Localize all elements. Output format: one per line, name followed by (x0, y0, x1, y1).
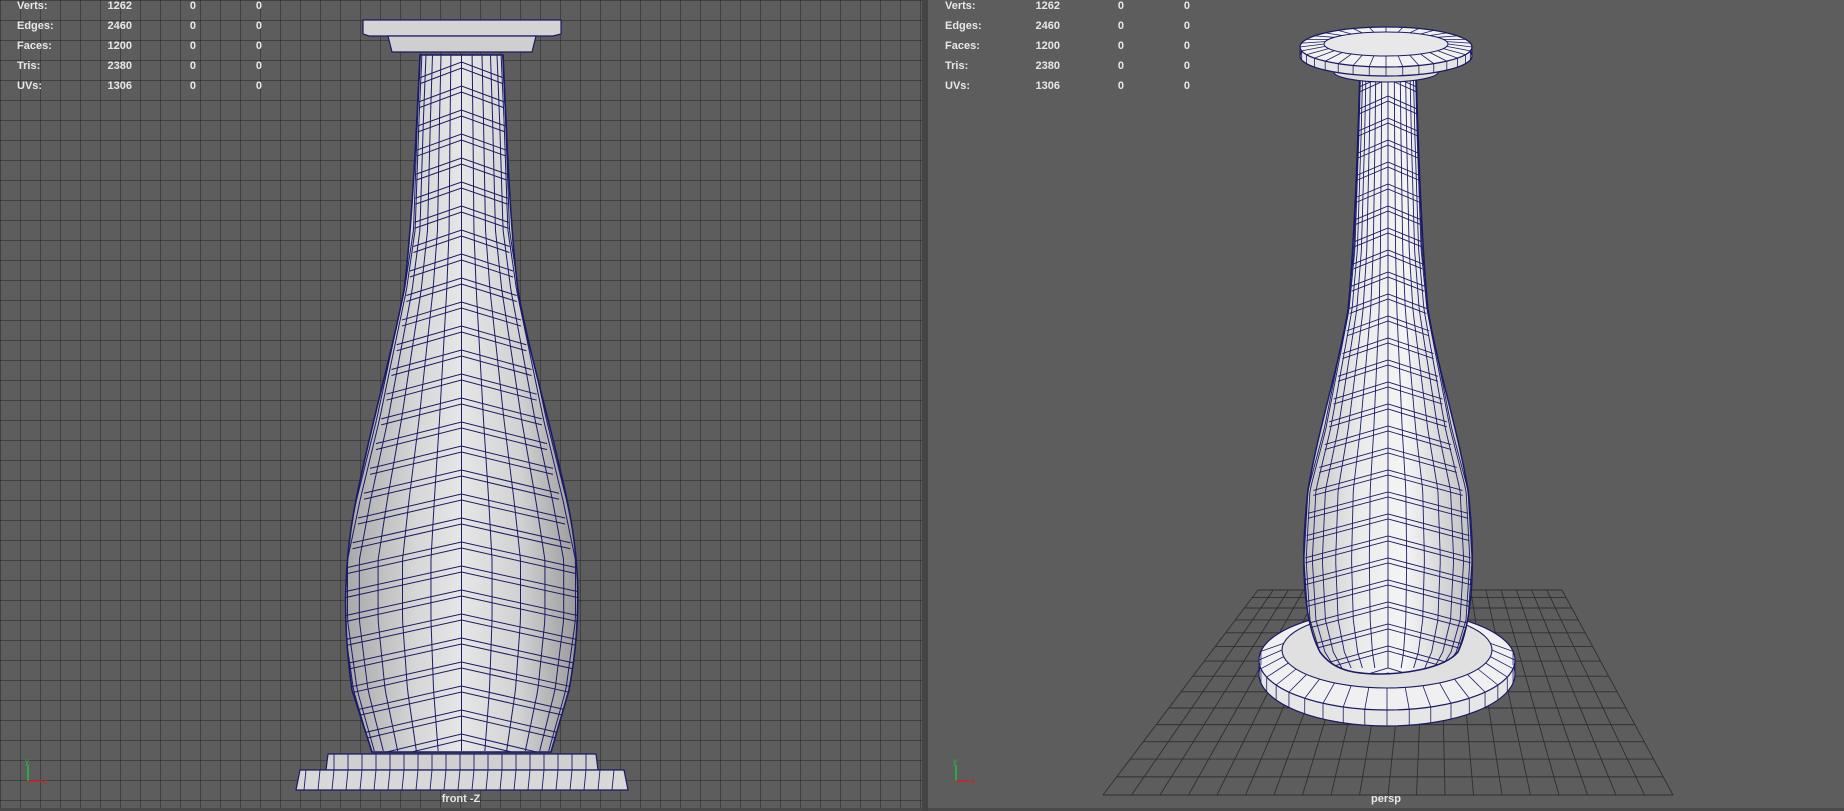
front-viewport[interactable]: Verts: 1262 0 0 Edges: 2460 0 0 Faces: 1200 0 0 T… (0, 0, 922, 811)
persp-viewport[interactable]: Verts: 1262 0 0 Edges: 2460 0 0 Faces: 1200 0 0 T… (928, 0, 1844, 811)
wireframe-lines (345, 55, 578, 752)
hud-row: Edges: 2460 0 0 (945, 20, 1190, 32)
camera-label: persp (1371, 793, 1401, 805)
hud-row: Tris: 2380 0 0 (17, 60, 262, 72)
hud-row: Tris: 2380 0 0 (945, 60, 1190, 72)
hud-row: Faces: 1200 0 0 (17, 40, 262, 52)
vase-base (295, 769, 629, 791)
hud-row: Faces: 1200 0 0 (945, 40, 1190, 52)
svg-text:y: y (25, 757, 29, 766)
vase-base-ring (325, 753, 599, 771)
hud-row: Edges: 2460 0 0 (17, 20, 262, 32)
svg-text:x: x (43, 777, 47, 786)
hud-row: UVs: 1306 0 0 (945, 80, 1190, 92)
vase-rim (362, 19, 562, 37)
hud-row: Verts: 1262 0 0 (945, 0, 1190, 12)
vase-model-persp[interactable] (928, 0, 1844, 811)
svg-text:y: y (953, 757, 957, 766)
vase-model-front[interactable] (0, 0, 922, 811)
axis-gizmo-icon: y x (25, 757, 47, 786)
hud-row: UVs: 1306 0 0 (17, 80, 262, 92)
vase-neck-ring (387, 35, 537, 53)
axis-gizmo-icon: y x (953, 757, 975, 786)
svg-text:x: x (971, 777, 975, 786)
hud-row: Verts: 1262 0 0 (17, 0, 262, 12)
camera-label: front -Z (441, 793, 481, 805)
